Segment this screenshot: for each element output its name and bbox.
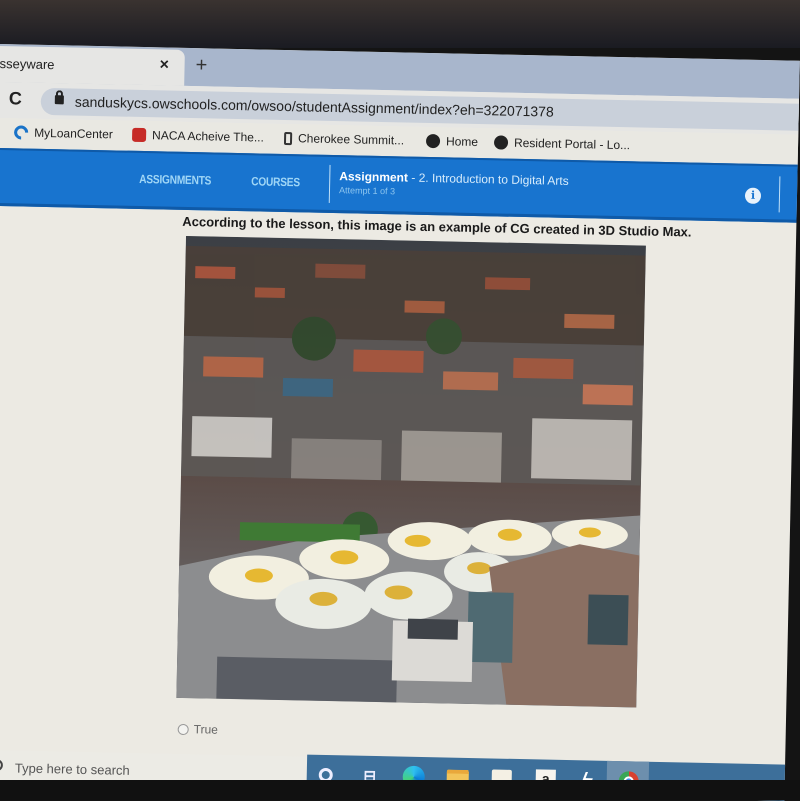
option-true-label: True [193, 722, 219, 737]
new-tab-button[interactable]: + [195, 54, 207, 77]
nav-divider [778, 176, 781, 213]
nav-divider [328, 164, 331, 203]
url-text[interactable]: sanduskycs.owschools.com/owsoo/studentAs… [75, 94, 554, 120]
bookmark-resident-portal[interactable]: Resident Portal - Lo... [493, 135, 631, 153]
question-image [176, 235, 646, 708]
bookmark-home[interactable]: Home [425, 133, 479, 150]
monitor-bezel-bottom [0, 780, 800, 800]
nav-courses[interactable]: COURSES [251, 174, 300, 189]
option-true[interactable]: True [177, 722, 219, 737]
close-tab-icon[interactable]: × [159, 56, 169, 74]
bookmark-naca[interactable]: NACA Acheive The... [131, 127, 265, 145]
bookmark-label: MyLoanCenter [34, 125, 113, 142]
monitor-bezel-top [0, 0, 800, 48]
tab-title: sseyware [0, 55, 55, 73]
bookmark-label: Home [445, 134, 479, 150]
bookmark-label: NACA Acheive The... [151, 128, 265, 145]
screen: sseyware × + C sanduskycs.owschools.com/… [0, 44, 800, 801]
search-placeholder: Type here to search [14, 760, 130, 778]
aerial-egg-square-photo [176, 235, 646, 708]
naca-house-icon [131, 127, 147, 143]
bookmark-cherokee[interactable]: Cherokee Summit... [283, 131, 405, 148]
bottle-icon [283, 131, 293, 145]
globe-icon [425, 133, 441, 149]
lock-icon [54, 95, 64, 105]
globe-icon [493, 135, 509, 150]
assignment-label: Assignment [339, 169, 409, 185]
browser-tab[interactable]: sseyware × [0, 45, 185, 86]
assignment-name: - 2. Introduction to Digital Arts [411, 170, 569, 188]
bookmark-label: Cherokee Summit... [297, 131, 405, 148]
myloancenter-icon [11, 122, 32, 143]
radio-true[interactable] [177, 723, 189, 735]
nav-assignments[interactable]: ASSIGNMENTS [139, 172, 211, 188]
attempt-counter: Attempt 1 of 3 [338, 185, 396, 197]
bookmark-myloancenter[interactable]: MyLoanCenter [11, 122, 113, 143]
search-icon [0, 758, 4, 772]
bookmark-label: Resident Portal - Lo... [513, 135, 631, 153]
reload-icon[interactable]: C [9, 88, 22, 109]
info-icon[interactable]: i [744, 187, 762, 204]
